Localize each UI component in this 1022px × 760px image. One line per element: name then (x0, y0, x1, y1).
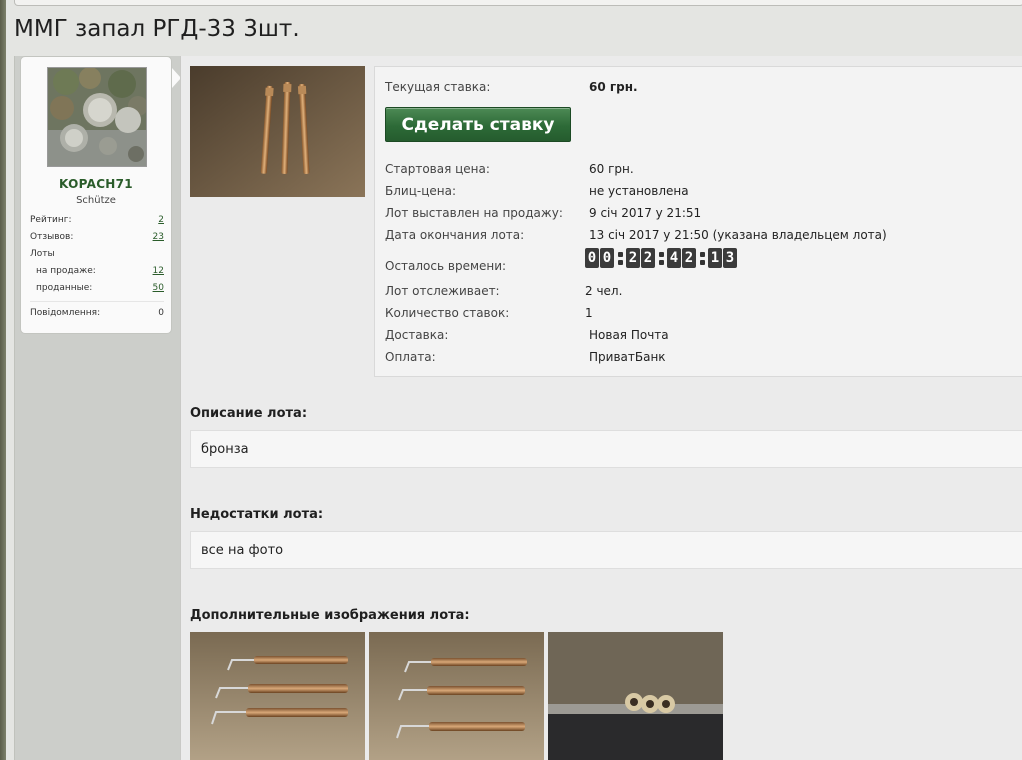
defects-text: все на фото (190, 531, 1022, 569)
timer-digit: 0 (585, 248, 599, 268)
description-text: бронза (190, 430, 1022, 468)
listed-date-label: Лот выставлен на продажу: (385, 206, 563, 220)
extra-image-thumbnail[interactable] (369, 632, 544, 760)
reviews-link[interactable]: 23 (153, 232, 164, 242)
timer-digit: 1 (708, 248, 722, 268)
end-date-label: Дата окончания лота: (385, 228, 525, 242)
extra-image-thumbnail[interactable] (548, 632, 723, 760)
watchers-label: Лот отслеживает: (385, 284, 500, 298)
timer-digit: 2 (626, 248, 640, 268)
time-left-label: Осталось времени: (385, 259, 507, 273)
fuses-end-view-photo (548, 632, 723, 760)
start-price-label: Стартовая цена: (385, 162, 490, 176)
on-sale-link[interactable]: 12 (153, 266, 164, 276)
blitz-price-label: Блиц-цена: (385, 184, 456, 198)
place-bid-button[interactable]: Сделать ставку (385, 107, 571, 142)
seller-rank: Schütze (76, 195, 116, 206)
end-date-value: 13 січ 2017 у 21:50 (указана владельцем … (589, 228, 887, 242)
current-bid-label: Текущая ставка: (385, 80, 491, 94)
messages-count: 0 (158, 308, 164, 318)
timer-separator (699, 248, 706, 268)
delivery-value: Новая Почта (589, 328, 669, 342)
rating-link[interactable]: 2 (158, 215, 164, 225)
extra-images-heading: Дополнительные изображения лота: (190, 608, 470, 623)
lot-title: ММГ запал РГД-33 3шт. (14, 16, 300, 42)
delivery-label: Доставка: (385, 328, 449, 342)
payment-label: Оплата: (385, 350, 436, 364)
top-panel-edge (14, 0, 1022, 6)
sold-link[interactable]: 50 (153, 283, 164, 293)
seller-avatar[interactable] (47, 67, 147, 167)
stat-lots: Лоты (30, 249, 164, 259)
stat-sold: проданные: 50 (30, 283, 164, 293)
seller-username[interactable]: KOPACH71 (21, 177, 171, 191)
avatar-coins-image (48, 68, 146, 166)
blitz-price-value: не установлена (589, 184, 689, 198)
fuses-with-pins-photo (369, 632, 544, 760)
timer-digit: 3 (723, 248, 737, 268)
timer-separator (658, 248, 665, 268)
timer-digit: 0 (600, 248, 614, 268)
countdown-timer: 0 0 2 2 4 2 1 3 (585, 248, 738, 268)
seller-card: KOPACH71 Schütze Рейтинг: 2 Отзывов: 23 … (20, 56, 172, 334)
description-heading: Описание лота: (190, 406, 308, 421)
stat-on-sale: на продаже: 12 (30, 266, 164, 276)
timer-digit: 2 (641, 248, 655, 268)
stat-reviews: Отзывов: 23 (30, 232, 164, 242)
stat-rating: Рейтинг: 2 (30, 215, 164, 225)
stat-label: Повідомлення: (30, 308, 101, 318)
current-bid-value: 60 грн. (589, 80, 638, 94)
watchers-value: 2 чел. (585, 284, 623, 298)
stat-label: Лоты (30, 249, 55, 259)
stat-label: на продаже: (36, 266, 96, 276)
stat-label: проданные: (36, 283, 93, 293)
start-price-value: 60 грн. (589, 162, 634, 176)
timer-digit: 2 (682, 248, 696, 268)
stat-messages: Повідомлення: 0 (30, 308, 164, 318)
lot-main-photo[interactable] (190, 66, 365, 197)
bids-count-label: Количество ставок: (385, 306, 510, 320)
extra-image-thumbnail[interactable] (190, 632, 365, 760)
fuses-with-pins-photo (190, 632, 365, 760)
stat-label: Отзывов: (30, 232, 74, 242)
stat-label: Рейтинг: (30, 215, 72, 225)
fuses-photo (190, 66, 365, 197)
timer-digit: 4 (667, 248, 681, 268)
listed-date-value: 9 січ 2017 у 21:51 (589, 206, 702, 220)
defects-heading: Недостатки лота: (190, 507, 324, 522)
timer-separator (617, 248, 624, 268)
bids-count-value: 1 (585, 306, 593, 320)
divider (30, 301, 164, 302)
payment-value: ПриватБанк (589, 350, 666, 364)
